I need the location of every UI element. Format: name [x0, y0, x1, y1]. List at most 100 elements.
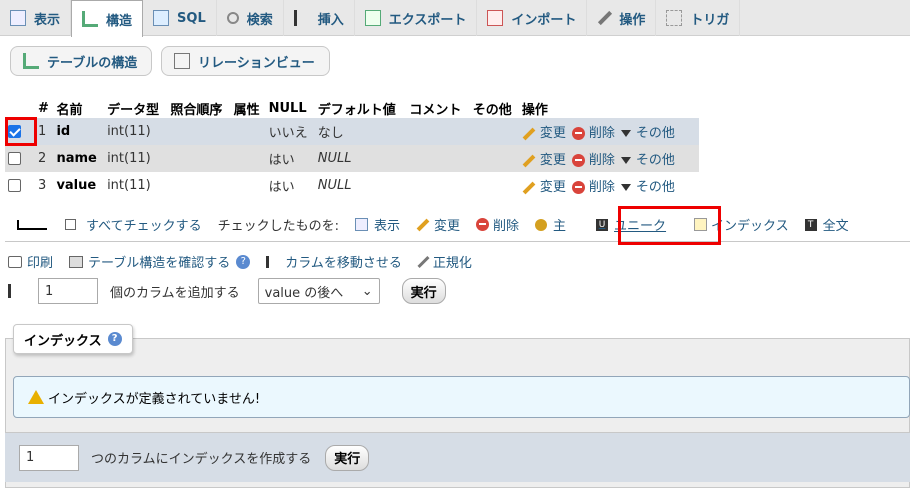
trigger-icon — [666, 10, 683, 26]
table-row[interactable]: 3 value int(11) はい NULL 変更 削除 その他 — [5, 172, 699, 199]
tab-insert[interactable]: 挿入 — [284, 0, 355, 36]
help-icon[interactable]: ? — [107, 332, 122, 346]
delete-icon — [571, 127, 585, 140]
printer-icon — [8, 255, 22, 268]
col-header[interactable]: 属性 — [230, 98, 266, 118]
create-index-go-button[interactable]: 実行 — [325, 444, 370, 471]
tab-export[interactable]: エクスポート — [355, 0, 478, 36]
propose-structure-link[interactable]: テーブル構造を確認する? — [69, 252, 251, 271]
table-icon — [354, 218, 368, 231]
pencil-icon — [522, 154, 536, 167]
tab-triggers[interactable]: トリガ — [656, 0, 741, 36]
add-column-icon — [8, 284, 22, 298]
delete-icon — [476, 218, 489, 231]
add-column-position-select[interactable]: value の後へ ⌄ — [257, 278, 380, 304]
delete-link[interactable]: 削除 — [571, 180, 615, 195]
structure-icon — [23, 53, 39, 69]
col-header[interactable]: 操作 — [518, 98, 699, 118]
col-header[interactable]: デフォルト値 — [314, 98, 407, 118]
indexes-legend: インデックス? — [13, 324, 133, 354]
bulk-drop-button[interactable]: 削除 — [476, 215, 519, 234]
create-index-count-input[interactable]: 1 — [19, 444, 79, 471]
add-column-count-input[interactable]: 1 — [38, 278, 98, 304]
relation-icon — [174, 53, 190, 69]
row-checkbox[interactable] — [8, 179, 21, 192]
pencil-icon — [416, 218, 430, 231]
fulltext-icon: T — [804, 218, 817, 231]
relation-view-button[interactable]: リレーションビュー — [161, 46, 330, 76]
dropdown-arrow-icon — [620, 157, 631, 164]
col-header[interactable]: 名前 — [53, 98, 105, 118]
check-all-link[interactable]: すべてチェックする — [65, 215, 202, 234]
checkbox-icon — [65, 219, 76, 230]
wand-icon — [417, 255, 430, 268]
warning-icon — [28, 390, 44, 404]
tab-import[interactable]: インポート — [477, 0, 588, 36]
col-header[interactable]: その他 — [469, 98, 519, 118]
unique-icon: U — [596, 218, 609, 231]
delete-icon — [571, 154, 585, 167]
bulk-browse-button[interactable]: 表示 — [354, 215, 400, 234]
table-icon — [10, 10, 26, 26]
col-header[interactable]: 照合順序 — [167, 98, 231, 118]
insert-icon — [293, 10, 310, 26]
create-index-row: 1 つのカラムにインデックスを作成する 実行 — [5, 432, 910, 482]
tab-structure[interactable]: 構造 — [71, 0, 144, 37]
top-tabs: 表示 構造 SQL 検索 挿入 エクスポート インポート 操作 トリガ — [0, 0, 910, 37]
normalize-link[interactable]: 正規化 — [417, 252, 472, 271]
col-header[interactable]: データ型 — [104, 98, 168, 118]
print-link[interactable]: 印刷 — [8, 252, 53, 271]
tab-sql[interactable]: SQL — [143, 0, 217, 36]
tab-browse[interactable]: 表示 — [0, 0, 72, 36]
with-selected-label: チェックしたものを: — [217, 219, 339, 234]
dropdown-arrow-icon — [620, 184, 631, 191]
edit-link[interactable]: 変更 — [522, 126, 566, 141]
chevron-down-icon: ⌄ — [361, 283, 373, 299]
pencil-icon — [522, 127, 536, 140]
magnifier-icon — [226, 12, 239, 24]
col-header[interactable]: コメント — [406, 98, 470, 118]
unique-highlight — [618, 206, 721, 245]
delete-link[interactable]: 削除 — [571, 126, 615, 141]
dropdown-arrow-icon — [620, 130, 631, 137]
propose-icon — [69, 255, 84, 268]
col-header[interactable]: NULL — [265, 98, 315, 118]
create-index-label: つのカラムにインデックスを作成する — [91, 452, 312, 467]
more-dropdown[interactable]: その他 — [620, 126, 675, 141]
no-index-notice: インデックスが定義されていません! — [13, 376, 910, 418]
checkbox-highlight — [5, 117, 37, 146]
row-checkbox[interactable] — [8, 152, 21, 165]
add-column-go-button[interactable]: 実行 — [401, 278, 446, 304]
move-columns-link[interactable]: カラムを移動させる — [266, 252, 402, 271]
more-dropdown[interactable]: その他 — [620, 180, 675, 195]
import-icon — [487, 10, 504, 26]
move-columns-icon — [266, 255, 280, 268]
tools-row: 印刷 テーブル構造を確認する? カラムを移動させる 正規化 — [8, 252, 488, 271]
bulk-action-bar: すべてチェックする チェックしたものを: 表示 変更 削除 主 U ユニーク イン… — [5, 208, 910, 242]
col-header[interactable]: # — [35, 98, 54, 118]
bulk-change-button[interactable]: 変更 — [416, 215, 460, 234]
tab-search[interactable]: 検索 — [217, 0, 284, 36]
edit-link[interactable]: 変更 — [522, 180, 566, 195]
sql-icon — [153, 10, 170, 26]
add-columns-row: 1 個のカラムを追加する value の後へ ⌄ 実行 — [8, 278, 446, 304]
arrow-left-icon — [17, 219, 47, 230]
pencil-icon — [522, 181, 536, 194]
table-structure-button[interactable]: テーブルの構造 — [10, 46, 153, 76]
structure-icon — [82, 11, 99, 27]
edit-link[interactable]: 変更 — [522, 153, 566, 168]
help-icon[interactable]: ? — [236, 254, 251, 269]
bulk-fulltext-button[interactable]: T 全文 — [804, 215, 849, 234]
tab-operations[interactable]: 操作 — [587, 0, 657, 36]
table-row[interactable]: 2 name int(11) はい NULL 変更 削除 その他 — [5, 145, 699, 172]
delete-link[interactable]: 削除 — [571, 153, 615, 168]
table-header: # 名前 データ型 照合順序 属性 NULL デフォルト値 コメント その他 操… — [5, 98, 699, 118]
key-icon — [535, 218, 548, 231]
add-column-label: 個のカラムを追加する — [110, 285, 240, 301]
bulk-primary-button[interactable]: 主 — [535, 215, 566, 234]
structure-table: # 名前 データ型 照合順序 属性 NULL デフォルト値 コメント その他 操… — [5, 98, 699, 199]
more-dropdown[interactable]: その他 — [620, 153, 675, 168]
table-row[interactable]: 1 id int(11) いいえ なし 変更 削除 その他 — [5, 118, 699, 145]
delete-icon — [571, 181, 585, 194]
export-icon — [364, 10, 381, 26]
